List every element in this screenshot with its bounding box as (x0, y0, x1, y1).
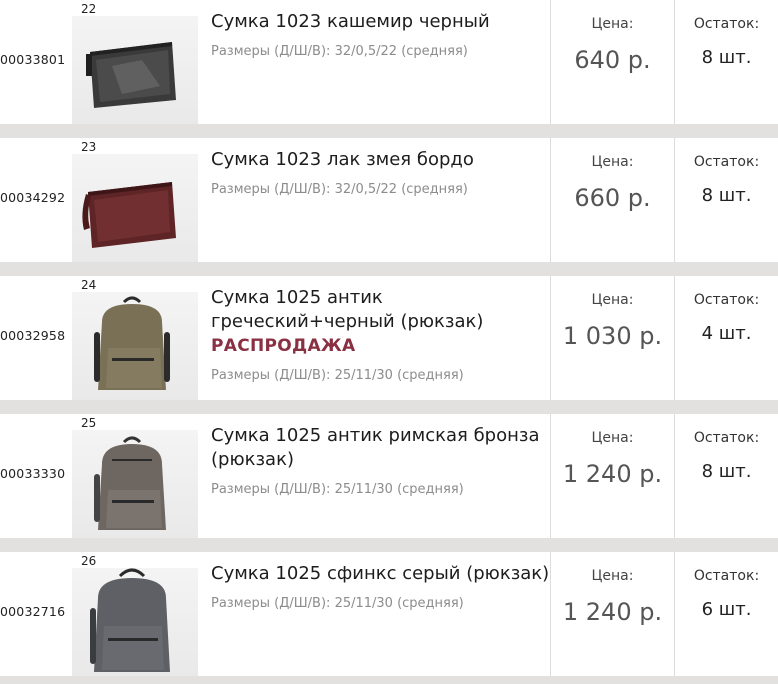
product-dimensions: Размеры (Д/Ш/В): 25/11/30 (средняя) (211, 368, 464, 383)
stock-label: Остаток: (693, 16, 760, 32)
stock-label: Остаток: (693, 292, 760, 308)
product-sku: 00033801 (0, 52, 66, 67)
product-dimensions: Размеры (Д/Ш/В): 32/0,5/22 (средняя) (211, 182, 468, 197)
product-photo[interactable] (72, 16, 198, 124)
product-dimensions: Размеры (Д/Ш/В): 25/11/30 (средняя) (211, 482, 464, 497)
product-index: 24 (81, 278, 97, 292)
product-stock: 4 шт. (701, 323, 752, 344)
product-stock: 8 шт. (701, 185, 752, 206)
product-sku: 00032958 (0, 328, 66, 343)
price-label: Цена: (591, 568, 634, 584)
product-sku: 00034292 (0, 190, 66, 205)
product-row[interactable]: 00033801 22 Сумка 1023 кашемир черный Ра… (0, 0, 778, 124)
product-index: 26 (81, 554, 97, 568)
product-title[interactable]: Сумка 1023 лак змея бордо (211, 148, 551, 172)
product-info: Сумка 1025 антик римская бронза (рюкзак)… (211, 424, 551, 497)
product-dimensions: Размеры (Д/Ш/В): 25/11/30 (средняя) (211, 596, 464, 611)
price-label: Цена: (591, 154, 634, 170)
product-title[interactable]: Сумка 1025 сфинкс серый (рюкзак) (211, 562, 551, 586)
product-row[interactable]: 00032716 26 Сумка 1025 сфинкс серый (рюк… (0, 552, 778, 676)
sale-badge: РАСПРОДАЖА (211, 336, 356, 356)
price-label: Цена: (591, 16, 634, 32)
product-row[interactable]: 00032958 24 Сумка 1025 антик греческий+ч… (0, 276, 778, 400)
product-row[interactable]: 00034292 23 Сумка 1023 лак змея бордо Ра… (0, 138, 778, 262)
product-title[interactable]: Сумка 1025 антик греческий+черный (рюкза… (211, 286, 551, 334)
stock-label: Остаток: (693, 568, 760, 584)
product-photo[interactable] (72, 568, 198, 676)
product-title[interactable]: Сумка 1023 кашемир черный (211, 10, 551, 34)
product-price: 1 240 р. (562, 598, 663, 626)
product-stock: 6 шт. (701, 599, 752, 620)
product-list: 00033801 22 Сумка 1023 кашемир черный Ра… (0, 0, 778, 684)
product-stock: 8 шт. (701, 461, 752, 482)
product-sku: 00032716 (0, 604, 66, 619)
product-info: Сумка 1025 антик греческий+черный (рюкза… (211, 286, 551, 383)
product-sku: 00033330 (0, 466, 66, 481)
product-price: 660 р. (574, 184, 651, 212)
product-price: 1 240 р. (562, 460, 663, 488)
product-photo[interactable] (72, 430, 198, 538)
product-dimensions: Размеры (Д/Ш/В): 32/0,5/22 (средняя) (211, 44, 468, 59)
product-info: Сумка 1023 лак змея бордо Размеры (Д/Ш/В… (211, 148, 551, 197)
product-title[interactable]: Сумка 1025 антик римская бронза (рюкзак) (211, 424, 551, 472)
product-info: Сумка 1025 сфинкс серый (рюкзак) Размеры… (211, 562, 551, 611)
product-info: Сумка 1023 кашемир черный Размеры (Д/Ш/В… (211, 10, 551, 59)
product-row[interactable]: 00033330 25 Сумка 1025 антик римская бро… (0, 414, 778, 538)
price-label: Цена: (591, 430, 634, 446)
product-photo[interactable] (72, 154, 198, 262)
stock-label: Остаток: (693, 154, 760, 170)
product-price: 1 030 р. (562, 322, 663, 350)
product-index: 23 (81, 140, 97, 154)
product-stock: 8 шт. (701, 47, 752, 68)
price-label: Цена: (591, 292, 634, 308)
product-photo[interactable] (72, 292, 198, 400)
product-price: 640 р. (574, 46, 651, 74)
stock-label: Остаток: (693, 430, 760, 446)
product-index: 22 (81, 2, 97, 16)
product-index: 25 (81, 416, 97, 430)
